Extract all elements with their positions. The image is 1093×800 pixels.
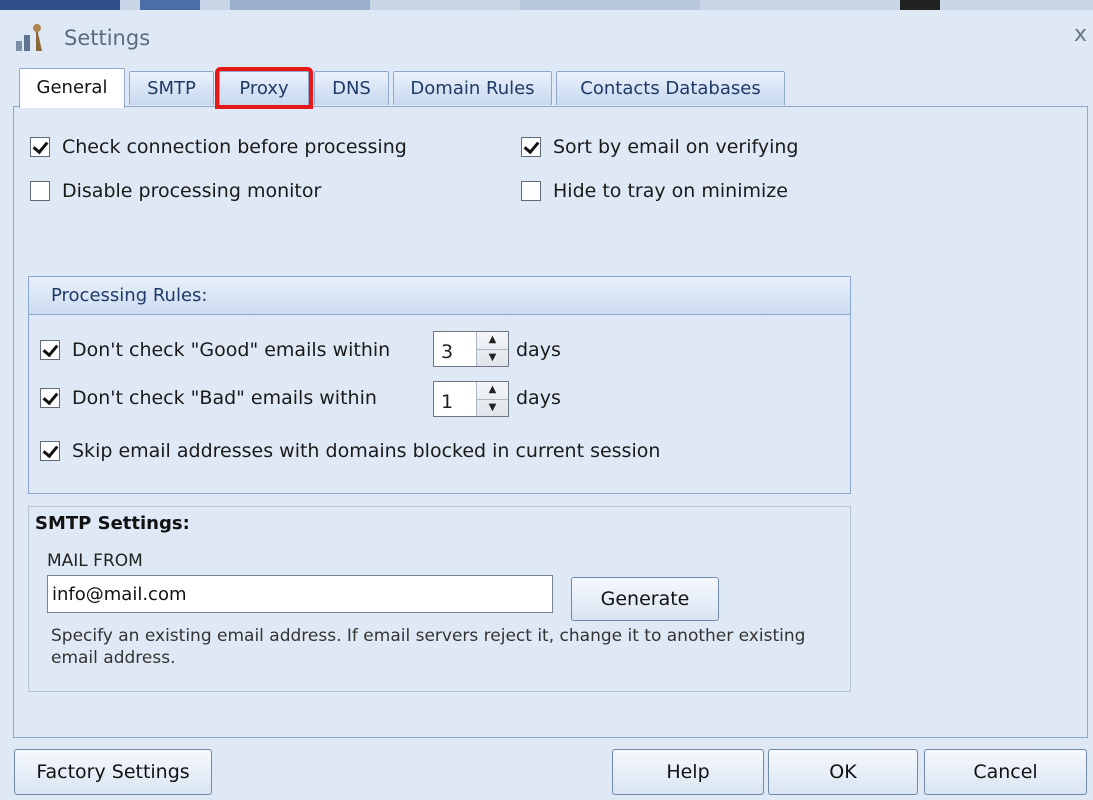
check-connection-option[interactable]: Check connection before processing: [30, 136, 407, 158]
close-icon[interactable]: x: [1074, 22, 1087, 47]
title-bar: Settings x: [0, 10, 1093, 60]
sort-by-email-checkbox[interactable]: [521, 137, 541, 157]
good-days-suffix: days: [516, 339, 561, 361]
bad-days-suffix: days: [516, 387, 561, 409]
cancel-button[interactable]: Cancel: [924, 749, 1087, 795]
good-emails-option[interactable]: Don't check "Good" emails within: [40, 339, 390, 361]
hide-to-tray-option[interactable]: Hide to tray on minimize: [521, 180, 788, 202]
tab-proxy[interactable]: Proxy: [219, 71, 309, 105]
mail-from-input[interactable]: [47, 575, 553, 613]
sort-by-email-label: Sort by email on verifying: [553, 136, 799, 158]
disable-monitor-label: Disable processing monitor: [62, 180, 322, 202]
tab-smtp[interactable]: SMTP: [129, 71, 214, 105]
factory-settings-button[interactable]: Factory Settings: [14, 749, 212, 795]
mail-from-hint: Specify an existing email address. If em…: [51, 626, 806, 668]
bad-emails-label: Don't check "Bad" emails within: [72, 387, 377, 409]
smtp-settings-group: SMTP Settings: MAIL FROM Generate Specif…: [28, 506, 851, 692]
good-emails-label: Don't check "Good" emails within: [72, 339, 391, 361]
bad-days-value[interactable]: 1: [434, 382, 476, 416]
smtp-settings-title: SMTP Settings:: [35, 513, 190, 534]
spin-up-icon[interactable]: ▲: [477, 332, 508, 349]
good-emails-checkbox[interactable]: [40, 340, 60, 360]
skip-blocked-checkbox[interactable]: [40, 441, 60, 461]
mail-from-label: MAIL FROM: [47, 551, 143, 571]
bad-days-stepper[interactable]: 1 ▲ ▼: [433, 381, 509, 417]
tab-contacts-databases[interactable]: Contacts Databases: [556, 71, 785, 105]
window-title: Settings: [64, 26, 151, 50]
spin-down-icon[interactable]: ▼: [477, 348, 508, 367]
good-days-stepper[interactable]: 3 ▲ ▼: [433, 331, 509, 367]
spin-up-icon[interactable]: ▲: [477, 382, 508, 399]
bad-emails-checkbox[interactable]: [40, 388, 60, 408]
good-days-value[interactable]: 3: [434, 332, 476, 366]
hide-to-tray-label: Hide to tray on minimize: [553, 180, 788, 202]
tab-general[interactable]: General: [19, 68, 125, 108]
check-connection-checkbox[interactable]: [30, 137, 50, 157]
tab-domain-rules[interactable]: Domain Rules: [393, 71, 552, 105]
hide-to-tray-checkbox[interactable]: [521, 181, 541, 201]
tab-dns[interactable]: DNS: [314, 71, 389, 105]
disable-monitor-checkbox[interactable]: [30, 181, 50, 201]
disable-monitor-option[interactable]: Disable processing monitor: [30, 180, 321, 202]
background-window-strip: [0, 0, 1093, 10]
bad-emails-option[interactable]: Don't check "Bad" emails within: [40, 387, 377, 409]
help-button[interactable]: Help: [612, 749, 764, 795]
skip-blocked-option[interactable]: Skip email addresses with domains blocke…: [40, 440, 660, 462]
ok-button[interactable]: OK: [768, 749, 918, 795]
processing-rules-header: Processing Rules:: [29, 277, 850, 315]
sort-by-email-option[interactable]: Sort by email on verifying: [521, 136, 798, 158]
spin-down-icon[interactable]: ▼: [477, 398, 508, 417]
generate-button[interactable]: Generate: [571, 577, 719, 621]
skip-blocked-label: Skip email addresses with domains blocke…: [72, 440, 661, 462]
settings-tools-icon: [16, 24, 42, 51]
check-connection-label: Check connection before processing: [62, 136, 407, 158]
